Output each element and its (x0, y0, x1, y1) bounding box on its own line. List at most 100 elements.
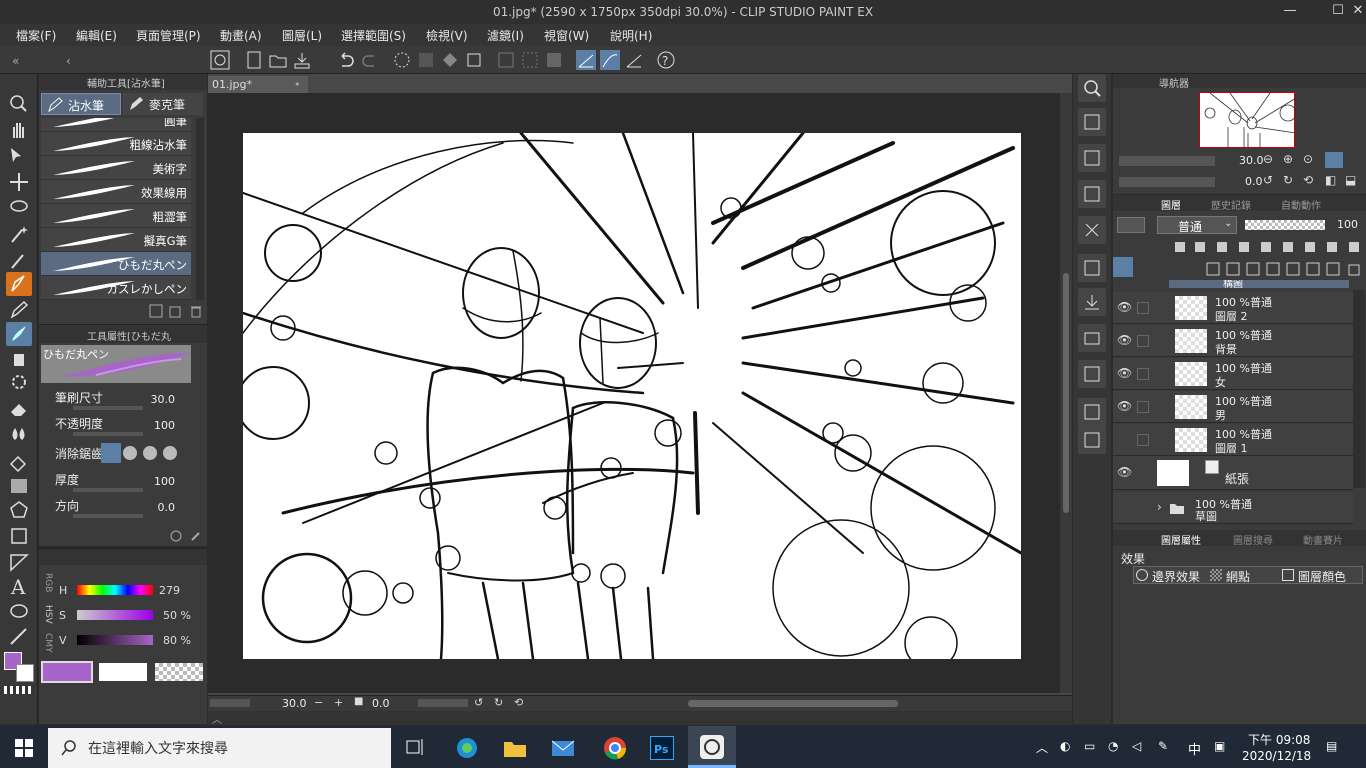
tray-expand-icon[interactable]: ︿ (1036, 739, 1048, 756)
photoshop-icon[interactable]: Ps (650, 736, 674, 760)
drawing-paper[interactable] (243, 133, 1021, 659)
loading-icon[interactable] (392, 50, 412, 70)
chrome-icon[interactable] (602, 736, 628, 760)
clip-studio-icon[interactable] (210, 50, 230, 70)
antialias-row[interactable]: 消除鋸齒 (53, 443, 203, 469)
tab-auto-action[interactable]: 自動動作 (1281, 197, 1321, 212)
mail-icon[interactable] (550, 736, 576, 760)
opacity-value[interactable]: 100 (154, 419, 175, 432)
brush-item[interactable]: 粗澀筆 (41, 204, 191, 228)
navigator-flip-v-icon[interactable]: ⬓ (1345, 173, 1356, 187)
image-material-icon[interactable] (1078, 360, 1106, 388)
balloon-icon[interactable] (6, 600, 32, 624)
navigator-preview[interactable] (1199, 92, 1296, 149)
camera-icon[interactable] (1078, 324, 1106, 352)
direction-value[interactable]: 0.0 (158, 501, 176, 514)
help-icon[interactable]: ? (656, 50, 676, 70)
thickness-slider[interactable] (73, 488, 143, 492)
layer-color-button[interactable]: 圖層顏色 (1298, 568, 1346, 585)
tab-layer[interactable]: 圖層 (1161, 197, 1181, 212)
fit-icon[interactable]: ■ (354, 696, 363, 707)
rotation-slider[interactable] (418, 699, 468, 707)
airbrush-icon[interactable] (6, 346, 32, 370)
magic-wand-icon[interactable] (6, 222, 32, 246)
antialias-option-3[interactable] (143, 446, 157, 460)
expand-icon[interactable]: ︿ (212, 711, 222, 726)
decoration-icon[interactable] (6, 370, 32, 394)
brush-list-scrollbar[interactable] (196, 118, 204, 300)
navigator-flip-h-icon[interactable]: ◧ (1325, 173, 1336, 187)
layer-list-scrollbar[interactable] (1353, 290, 1365, 488)
thickness-value[interactable]: 100 (154, 475, 175, 488)
navigator-zoom-value[interactable]: 30.0 (1239, 154, 1264, 167)
minimize-button[interactable]: — (1280, 3, 1300, 21)
item-bank-icon[interactable] (1078, 144, 1106, 172)
windows-start-icon[interactable] (14, 738, 34, 758)
zoom-value[interactable]: 30.0 (282, 697, 307, 710)
layer-lock-box[interactable] (1137, 401, 1149, 413)
menu-view[interactable]: 檢視(V) (426, 27, 468, 44)
move-icon[interactable] (6, 170, 32, 194)
layer-lock-box[interactable] (1137, 368, 1149, 380)
lasso-icon[interactable] (6, 196, 32, 220)
layer-lock-box[interactable] (1137, 302, 1149, 314)
tab-pen[interactable]: 沾水筆 (41, 93, 121, 115)
open-folder-icon[interactable] (268, 50, 288, 70)
folder-expand-icon[interactable]: › (1157, 500, 1162, 514)
chevron-left-icon[interactable]: ‹ (62, 50, 82, 70)
value-slider[interactable] (77, 635, 153, 645)
zoom-icon[interactable] (6, 92, 32, 116)
navigator-rotate-right-icon[interactable]: ↻ (1283, 173, 1293, 187)
saturation-value[interactable]: 50 % (163, 609, 191, 622)
search-icon[interactable] (1078, 74, 1106, 102)
layer-lock-box[interactable] (1137, 434, 1149, 446)
value-value[interactable]: 80 % (163, 634, 191, 647)
layer-opacity-value[interactable]: 100 (1337, 218, 1358, 231)
brush-size-row[interactable]: 筆刷尺寸 30.0 (53, 389, 203, 413)
zoom-slider[interactable] (210, 699, 250, 707)
clip-studio-taskbar-icon[interactable] (688, 726, 736, 768)
clear-selection-icon[interactable] (416, 50, 436, 70)
text-icon[interactable]: A (6, 574, 32, 598)
layer-color-mode[interactable] (1117, 217, 1145, 233)
thickness-row[interactable]: 厚度 100 (53, 471, 203, 495)
grid-material-icon[interactable] (1078, 254, 1106, 282)
eye-icon[interactable]: 👁 (1117, 366, 1132, 380)
subtool-import-icon[interactable] (149, 304, 163, 318)
grid-ruler-icon[interactable] (624, 50, 644, 70)
pen-tool-icon[interactable] (6, 272, 32, 296)
ruler-icon[interactable] (6, 550, 32, 574)
color-mode-hsv-tab[interactable]: HSV (43, 605, 53, 624)
menu-page[interactable]: 頁面管理(P) (136, 27, 201, 44)
tray-meet-icon[interactable]: ◐ (1060, 739, 1070, 753)
clock-time[interactable]: 下午 09:08 (1248, 731, 1310, 748)
file-explorer-icon[interactable] (502, 736, 528, 760)
brush-size-slider[interactable] (73, 406, 143, 410)
menu-edit[interactable]: 編輯(E) (76, 27, 117, 44)
toolprop-wrench-icon[interactable] (189, 529, 203, 543)
frame-border-icon[interactable] (6, 524, 32, 548)
brush-item[interactable]: ひもだ丸ペン (41, 252, 191, 276)
layer-paper[interactable]: 👁 紙張 (1113, 456, 1353, 490)
reset-rotation-icon[interactable]: ⟲ (514, 696, 523, 709)
layer-lock-box[interactable] (1137, 335, 1149, 347)
layer-row[interactable]: 👁 100 %普通男 (1113, 391, 1353, 423)
pen-workspace-icon[interactable]: ✎ (1158, 739, 1168, 753)
tab-marker[interactable]: 麥克筆 (123, 93, 203, 115)
hand-icon[interactable] (6, 118, 32, 142)
vertical-scroll-thumb[interactable] (1063, 273, 1069, 513)
direction-slider[interactable] (73, 514, 143, 518)
antialias-option-2[interactable] (123, 446, 137, 460)
menu-window[interactable]: 視窗(W) (544, 27, 589, 44)
select-icon[interactable] (520, 50, 540, 70)
navigator-rotate-slider[interactable] (1119, 177, 1215, 187)
battery-icon[interactable]: ▭ (1084, 739, 1095, 753)
brush-item[interactable]: 美術字 (41, 156, 191, 180)
sub-color-chip[interactable] (99, 663, 147, 681)
special-ruler-icon[interactable] (600, 50, 620, 70)
blend-icon[interactable] (6, 422, 32, 446)
navigator-zoom-slider[interactable] (1119, 156, 1215, 166)
clock-date[interactable]: 2020/12/18 (1242, 749, 1311, 763)
settings-material-icon[interactable] (1078, 426, 1106, 454)
navigator-zoom-out-icon[interactable]: ⊖ (1263, 152, 1273, 166)
